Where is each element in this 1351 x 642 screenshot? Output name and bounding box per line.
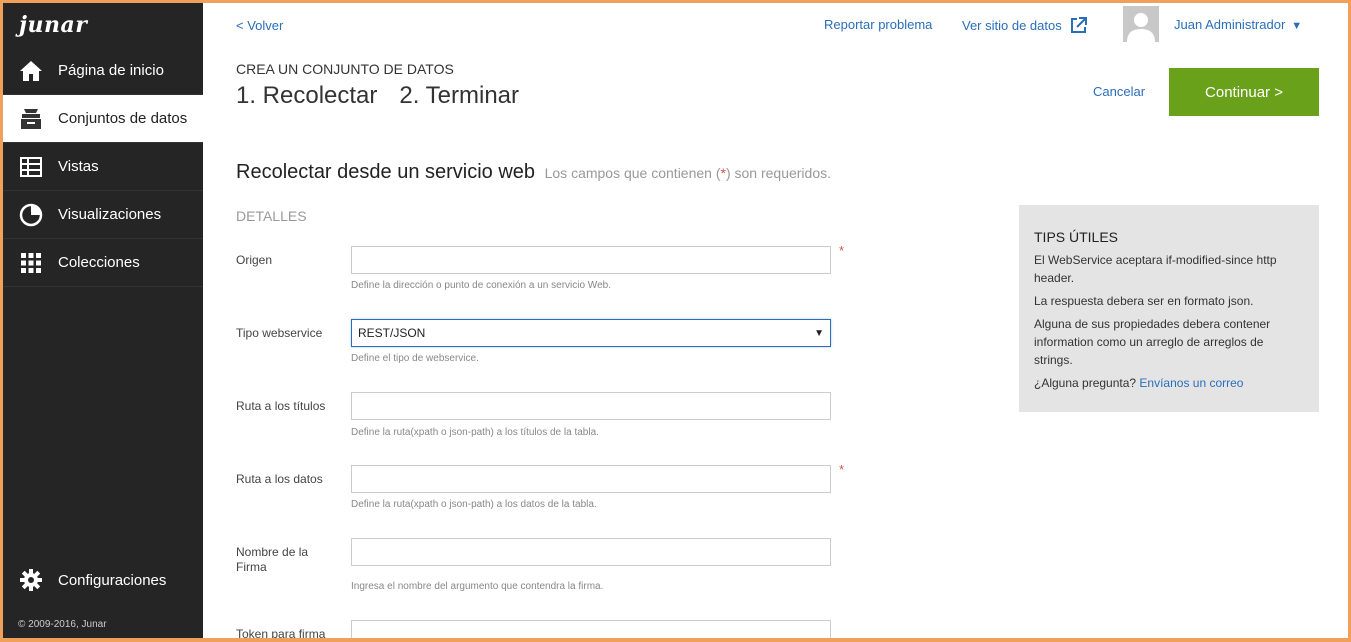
- sidebar-item-views[interactable]: Vistas: [3, 143, 203, 191]
- chevron-down-icon: ▼: [1291, 20, 1303, 32]
- sidebar-item-collections[interactable]: Colecciones: [3, 239, 203, 287]
- user-menu[interactable]: Juan Administrador ▼: [1174, 17, 1302, 32]
- tip-question-text: ¿Alguna pregunta?: [1034, 376, 1137, 390]
- view-data-site-link[interactable]: Ver sitio de datos: [962, 17, 1087, 34]
- home-icon: [18, 58, 44, 84]
- logo-text: junar: [19, 12, 88, 38]
- logo[interactable]: junar: [3, 3, 203, 47]
- required-star: *: [839, 243, 845, 258]
- origin-help: Define la dirección o punto de conexión …: [351, 280, 611, 291]
- table-icon: [18, 154, 44, 180]
- contact-email-link[interactable]: Envíanos un correo: [1139, 376, 1243, 390]
- datasets-icon: [18, 106, 44, 132]
- wizard-steps: 1. Recolectar 2. Terminar: [236, 82, 519, 110]
- sidebar-item-label: Conjuntos de datos: [58, 110, 188, 127]
- titles-path-label: Ruta a los títulos: [236, 399, 326, 413]
- copyright: © 2009-2016, Junar: [18, 619, 107, 630]
- cancel-link[interactable]: Cancelar: [1093, 84, 1145, 99]
- report-problem-link[interactable]: Reportar problema: [824, 17, 932, 32]
- view-data-site-label: Ver sitio de datos: [962, 18, 1062, 33]
- sidebar-item-settings[interactable]: Configuraciones: [3, 556, 203, 604]
- titles-path-help: Define la ruta(xpath o json-path) a los …: [351, 427, 599, 438]
- signature-token-input[interactable]: [351, 620, 831, 639]
- origin-label: Origen: [236, 253, 273, 267]
- tips-title: TIPS ÚTILES: [1034, 229, 1119, 245]
- sidebar-item-label: Visualizaciones: [58, 206, 162, 223]
- sidebar-item-datasets[interactable]: Conjuntos de datos: [3, 95, 203, 143]
- tip-text: La respuesta debera ser en formato json.: [1034, 294, 1254, 308]
- tip-text: El WebService aceptara if-modified-since…: [1034, 253, 1277, 285]
- tip-text: Alguna de sus propiedades debera contene…: [1034, 317, 1271, 367]
- signature-token-label: Token para firma: [236, 627, 326, 641]
- continue-button[interactable]: Continuar >: [1169, 68, 1319, 116]
- data-path-label: Ruta a los datos: [236, 472, 323, 486]
- tip-question: ¿Alguna pregunta? Envíanos un correo: [1034, 374, 1304, 392]
- back-link[interactable]: < Volver: [236, 18, 283, 33]
- step-finish: 2. Terminar: [399, 82, 520, 109]
- sidebar: junar Página de inicio Conjuntos de dato…: [3, 3, 203, 639]
- grid-icon: [18, 250, 44, 276]
- step-collect: 1. Recolectar: [236, 82, 378, 109]
- data-path-help: Define la ruta(xpath o json-path) a los …: [351, 499, 597, 510]
- gear-icon: [18, 567, 44, 593]
- signature-name-help: Ingresa el nombre del argumento que cont…: [351, 581, 604, 592]
- form-title: Recolectar desde un servicio web Los cam…: [236, 161, 831, 184]
- user-name: Juan Administrador: [1174, 17, 1286, 32]
- tips-panel: TIPS ÚTILES El WebService aceptara if-mo…: [1019, 205, 1319, 412]
- sidebar-item-label: Página de inicio: [58, 62, 164, 79]
- avatar[interactable]: [1123, 6, 1159, 42]
- page-kicker: CREA UN CONJUNTO DE DATOS: [236, 61, 454, 77]
- sidebar-item-label: Configuraciones: [58, 571, 167, 589]
- form-subtitle-post: ) son requeridos.: [725, 165, 832, 181]
- webservice-type-label: Tipo webservice: [236, 326, 323, 340]
- select-caret-icon: ▼: [814, 327, 824, 339]
- pie-chart-icon: [18, 202, 44, 228]
- sidebar-item-label: Colecciones: [58, 254, 140, 271]
- webservice-type-value: REST/JSON: [358, 326, 426, 340]
- webservice-type-select[interactable]: REST/JSON ▼: [351, 319, 831, 347]
- sidebar-item-home[interactable]: Página de inicio: [3, 47, 203, 95]
- signature-name-label: Nombre de la Firma: [236, 545, 309, 574]
- required-star: *: [839, 462, 845, 477]
- sidebar-item-label: Vistas: [58, 158, 99, 175]
- data-path-input[interactable]: [351, 465, 831, 493]
- signature-name-input[interactable]: [351, 538, 831, 566]
- external-link-icon: [1070, 17, 1087, 33]
- sidebar-item-visualizations[interactable]: Visualizaciones: [3, 191, 203, 239]
- form-subtitle-pre: Los campos que contienen (: [544, 165, 721, 181]
- webservice-type-help: Define el tipo de webservice.: [351, 353, 479, 364]
- origin-input[interactable]: [351, 246, 831, 274]
- titles-path-input[interactable]: [351, 392, 831, 420]
- form-title-text: Recolectar desde un servicio web: [236, 161, 536, 183]
- section-details-heading: DETALLES: [236, 208, 307, 224]
- form-subtitle: Los campos que contienen (*) son requeri…: [545, 165, 831, 181]
